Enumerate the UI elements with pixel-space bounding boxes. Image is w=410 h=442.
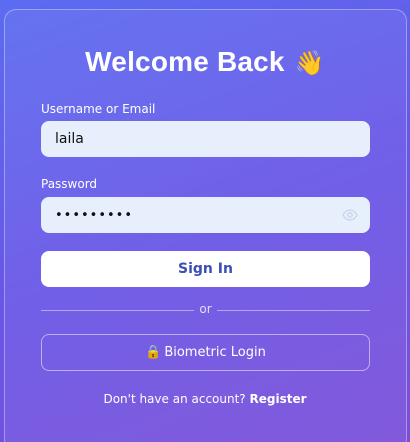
page-title: Welcome Back 👋: [0, 46, 410, 78]
username-value: laila: [55, 131, 84, 147]
biometric-login-label: Biometric Login: [164, 345, 266, 360]
waving-hand-icon: 👋: [294, 50, 325, 77]
register-prompt: Don't have an account? Register: [0, 392, 410, 406]
divider: or: [41, 302, 370, 318]
username-input[interactable]: laila: [41, 121, 370, 157]
register-link[interactable]: Register: [250, 392, 307, 406]
divider-line-right: [217, 310, 370, 311]
lock-icon: 🔒: [145, 345, 162, 360]
password-input[interactable]: •••••••••: [41, 197, 370, 233]
register-prompt-text: Don't have an account?: [103, 392, 246, 406]
password-value: •••••••••: [55, 207, 134, 223]
divider-text: or: [199, 302, 212, 316]
eye-icon[interactable]: [342, 207, 358, 223]
sign-in-button[interactable]: Sign In: [41, 251, 370, 287]
biometric-login-button[interactable]: 🔒 Biometric Login: [41, 334, 370, 371]
username-label: Username or Email: [41, 102, 156, 116]
password-label: Password: [41, 177, 98, 191]
title-text: Welcome Back: [85, 46, 285, 77]
